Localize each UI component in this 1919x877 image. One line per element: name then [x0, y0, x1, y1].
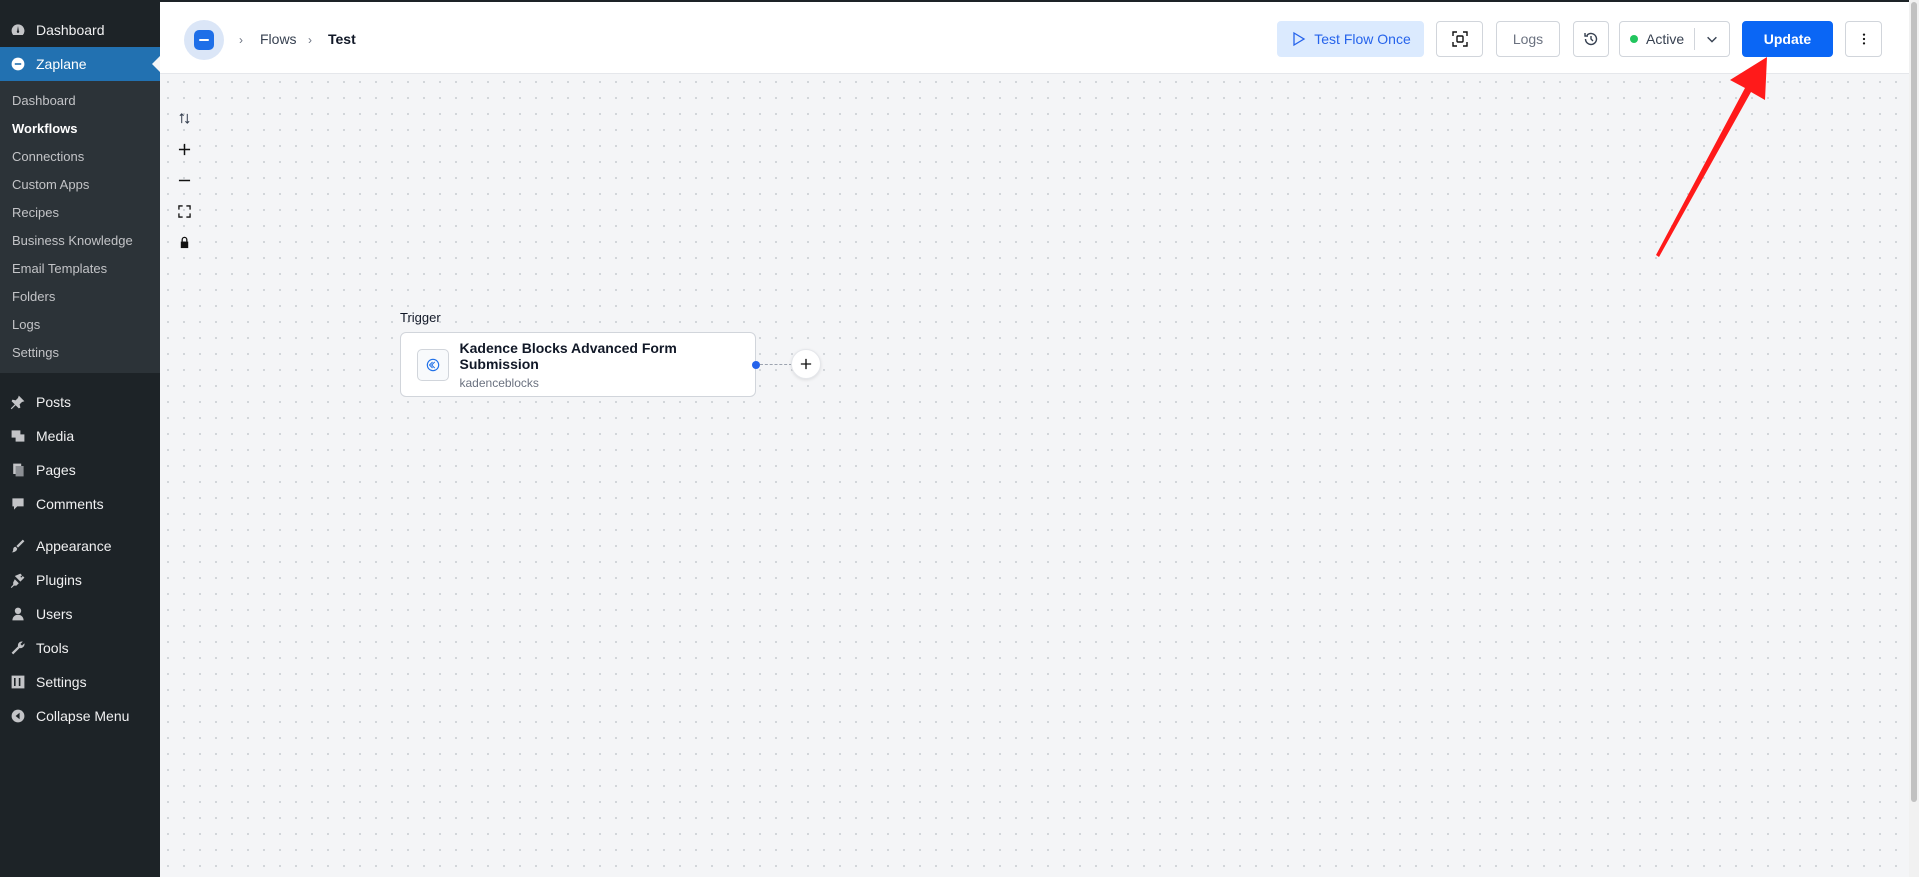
- comment-icon: [10, 496, 26, 512]
- zoom-out-button[interactable]: [174, 170, 194, 190]
- test-button-label: Test Flow Once: [1314, 31, 1411, 47]
- scrollbar-thumb[interactable]: [1911, 2, 1917, 802]
- breadcrumb-flows[interactable]: Flows: [260, 31, 297, 47]
- node-subtitle: kadenceblocks: [459, 375, 539, 390]
- submenu-item-email-templates[interactable]: Email Templates: [0, 255, 160, 283]
- admin-sidebar: Dashboard Zaplane Dashboard Workflows Co…: [0, 0, 160, 877]
- pages-icon: [10, 462, 26, 478]
- fit-view-button[interactable]: [174, 201, 194, 221]
- sidebar-item-pages[interactable]: Pages: [0, 453, 160, 487]
- play-icon: [1293, 31, 1306, 47]
- sidebar-item-comments[interactable]: Comments: [0, 487, 160, 521]
- submenu-item-dashboard[interactable]: Dashboard: [0, 87, 160, 115]
- brush-icon: [10, 538, 26, 554]
- sidebar-item-settings[interactable]: Settings: [0, 665, 160, 699]
- more-options-button[interactable]: [1845, 21, 1882, 57]
- sidebar-item-posts[interactable]: Posts: [0, 385, 160, 419]
- sidebar-item-label: Settings: [36, 674, 87, 690]
- wrench-icon: [10, 640, 26, 656]
- node-output-handle[interactable]: [752, 361, 760, 369]
- sidebar-item-label: Dashboard: [36, 22, 105, 38]
- settings-icon: [10, 674, 26, 690]
- submenu-item-folders[interactable]: Folders: [0, 283, 160, 311]
- dashboard-icon: [10, 22, 26, 38]
- minus-icon: [178, 179, 190, 181]
- chevron-right-icon: ›: [308, 33, 312, 47]
- add-step-button[interactable]: [791, 349, 821, 379]
- sidebar-item-dashboard[interactable]: Dashboard: [0, 13, 160, 47]
- breadcrumb-current: Test: [328, 31, 356, 47]
- kadence-blocks-icon: [417, 348, 449, 381]
- sidebar-item-label: Appearance: [36, 538, 112, 554]
- sidebar-item-label: Plugins: [36, 572, 82, 588]
- submenu-item-business-knowledge[interactable]: Business Knowledge: [0, 227, 160, 255]
- trigger-node[interactable]: Kadence Blocks Advanced Form Submission …: [400, 332, 756, 397]
- plus-icon: [800, 358, 812, 370]
- status-label: Active: [1646, 31, 1685, 47]
- swap-direction-button[interactable]: [174, 108, 194, 128]
- zoom-in-button[interactable]: [174, 139, 194, 159]
- sidebar-item-media[interactable]: Media: [0, 419, 160, 453]
- sidebar-item-appearance[interactable]: Appearance: [0, 529, 160, 563]
- status-indicator-dot: [1630, 35, 1638, 43]
- lock-canvas-button[interactable]: [174, 232, 194, 252]
- collapse-icon: [10, 708, 26, 724]
- screenshot-icon: [1451, 31, 1468, 47]
- node-title: Kadence Blocks Advanced Form Submission: [459, 339, 677, 372]
- submenu-item-custom-apps[interactable]: Custom Apps: [0, 171, 160, 199]
- sidebar-item-label: Zaplane: [36, 56, 87, 72]
- pin-icon: [10, 394, 26, 410]
- connector-line: [760, 364, 792, 365]
- flow-canvas[interactable]: [160, 74, 1909, 877]
- zaplane-submenu: Dashboard Workflows Connections Custom A…: [0, 81, 160, 373]
- sidebar-item-label: Collapse Menu: [36, 708, 130, 724]
- vertical-scrollbar[interactable]: [1909, 0, 1919, 877]
- sidebar-item-collapse-menu[interactable]: Collapse Menu: [0, 699, 160, 733]
- sidebar-item-label: Pages: [36, 462, 76, 478]
- sidebar-item-label: Tools: [36, 640, 69, 656]
- sidebar-item-label: Users: [36, 606, 73, 622]
- test-flow-once-button[interactable]: Test Flow Once: [1277, 21, 1424, 57]
- user-icon: [10, 606, 26, 622]
- sidebar-item-users[interactable]: Users: [0, 597, 160, 631]
- canvas-controls: [174, 108, 194, 263]
- lock-icon: [180, 236, 188, 248]
- submenu-item-settings[interactable]: Settings: [0, 339, 160, 367]
- screenshot-button[interactable]: [1436, 21, 1483, 57]
- sidebar-item-label: Comments: [36, 496, 104, 512]
- flow-editor-header: › Flows › Test Test Flow Once Logs Activ…: [160, 0, 1909, 74]
- sidebar-item-tools[interactable]: Tools: [0, 631, 160, 665]
- sidebar-item-zaplane[interactable]: Zaplane: [0, 47, 160, 81]
- submenu-item-connections[interactable]: Connections: [0, 143, 160, 171]
- sidebar-item-label: Media: [36, 428, 75, 444]
- submenu-item-recipes[interactable]: Recipes: [0, 199, 160, 227]
- zaplane-icon: [10, 56, 26, 72]
- logs-button[interactable]: Logs: [1496, 21, 1560, 57]
- sidebar-item-label: Posts: [36, 394, 72, 410]
- plus-icon: [178, 143, 190, 155]
- divider: [1694, 28, 1695, 50]
- more-vertical-icon: [1862, 33, 1865, 45]
- history-button[interactable]: [1573, 21, 1609, 57]
- update-button[interactable]: Update: [1742, 21, 1833, 57]
- submenu-item-logs[interactable]: Logs: [0, 311, 160, 339]
- app-logo[interactable]: [184, 20, 224, 60]
- plugin-icon: [10, 572, 26, 588]
- chevron-down-icon[interactable]: [1705, 32, 1719, 46]
- history-icon: [1584, 32, 1598, 46]
- sidebar-item-plugins[interactable]: Plugins: [0, 563, 160, 597]
- swap-vertical-icon: [178, 112, 190, 124]
- status-dropdown[interactable]: Active: [1619, 21, 1730, 57]
- chevron-right-icon: ›: [239, 33, 243, 47]
- fit-view-icon: [177, 204, 191, 218]
- media-icon: [10, 428, 26, 444]
- submenu-item-workflows[interactable]: Workflows: [0, 115, 160, 143]
- trigger-label: Trigger: [400, 310, 441, 325]
